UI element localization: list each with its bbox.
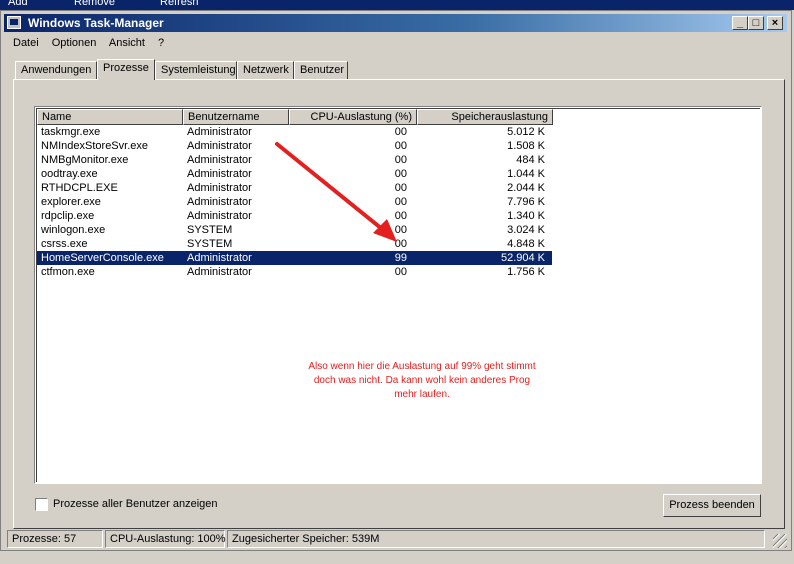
status-commit-charge: Zugesicherter Speicher: 539M	[227, 530, 765, 548]
toolbar-item-remove[interactable]: Remove	[74, 0, 115, 8]
toolbar-item-refresh[interactable]: Refresh	[160, 0, 199, 8]
task-manager-window: Windows Task-Manager _ □ × Datei Optione…	[0, 10, 792, 551]
toolbar-item-add[interactable]: Add	[8, 0, 28, 8]
resize-grip[interactable]	[773, 534, 787, 548]
background-toolbar: Add Remove Refresh	[0, 0, 794, 10]
status-cpu-usage: CPU-Auslastung: 100%	[105, 530, 226, 548]
tab-prozesse[interactable]: Prozesse	[97, 59, 155, 80]
status-process-count: Prozesse: 57	[7, 530, 103, 548]
annotation-arrow	[275, 142, 397, 242]
status-bar: Prozesse: 57 CPU-Auslastung: 100% Zugesi…	[7, 530, 787, 548]
